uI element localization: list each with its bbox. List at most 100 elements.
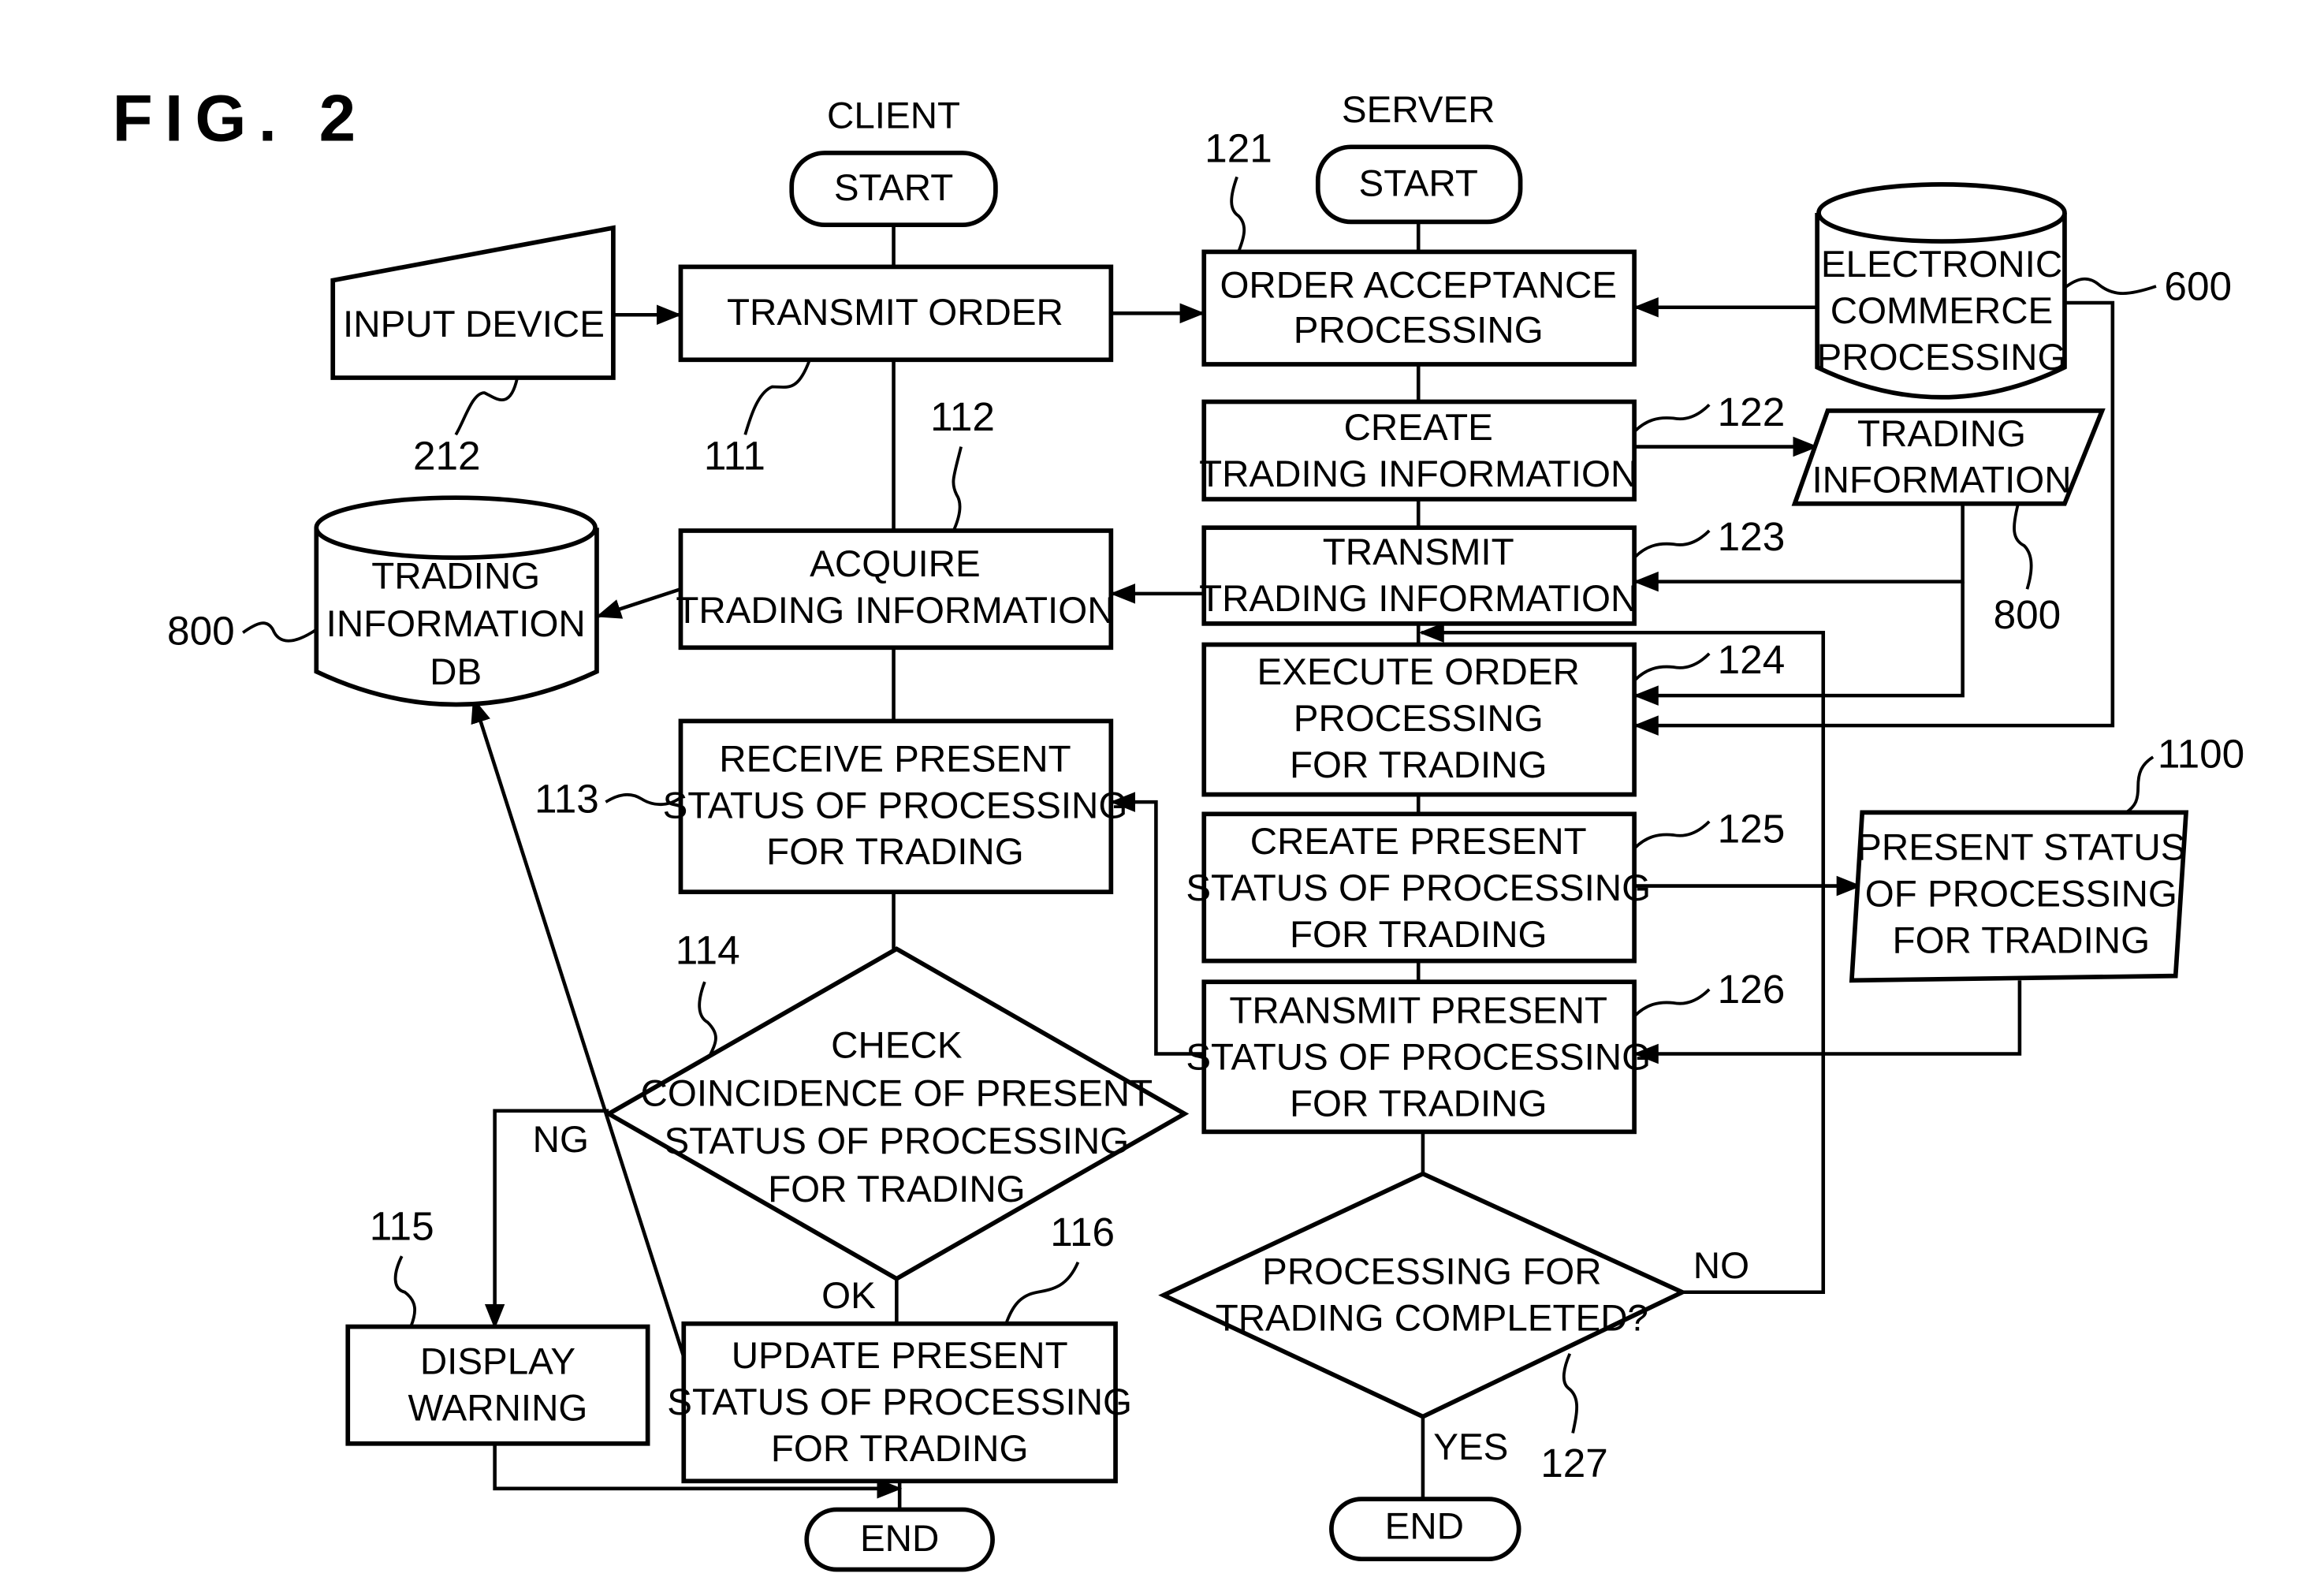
leader-112 (952, 446, 963, 531)
present-status-label-line-3: FOR TRADING (1893, 919, 2151, 961)
ref-125: 125 (1718, 807, 1786, 852)
lane-header-client: CLIENT (827, 95, 960, 137)
step-121-label-line-1: ORDER ACCEPTANCE (1220, 265, 1616, 307)
flow-trading-info-to-123 (1633, 503, 1965, 592)
step-121-label-line-2: PROCESSING (1294, 310, 1544, 352)
decision-114-label-line-4: FOR TRADING (768, 1169, 1026, 1210)
step-124: EXECUTE ORDER PROCESSING FOR TRADING (1201, 642, 1637, 797)
leader-800-trading-info (2013, 503, 2033, 590)
decision-127: PROCESSING FOR TRADING COMPLETED? (1158, 1171, 1688, 1419)
present-status-data: PRESENT STATUS OF PROCESSING FOR TRADING (1849, 810, 2189, 983)
client-end: END (804, 1507, 995, 1572)
decision-114-label-line-2: COINCIDENCE OF PRESENT (641, 1072, 1153, 1114)
step-125-label-line-3: FOR TRADING (1290, 914, 1547, 956)
ref-127: 127 (1540, 1441, 1608, 1486)
decision-127-label-line-1: PROCESSING FOR (1262, 1251, 1601, 1293)
ref-800-db: 800 (167, 609, 235, 654)
ng-branch-label: NG (533, 1119, 589, 1161)
step-123-label-line-1: TRANSMIT (1323, 531, 1514, 573)
leader-114 (698, 981, 717, 1058)
ref-115: 115 (370, 1203, 434, 1248)
ecommerce-label-line-1: ELECTRONIC (1821, 244, 2062, 285)
input-device-label: INPUT DEVICE (343, 304, 605, 345)
flowchart-fig-2: FIG. 2 CLIENT SERVER START INPUT DEVICE … (113, 81, 2244, 1572)
step-124-label-line-2: PROCESSING (1294, 698, 1544, 740)
decision-114-label-line-3: STATUS OF PROCESSING (664, 1120, 1129, 1162)
step-122-label-line-1: CREATE (1344, 407, 1493, 449)
step-125-label-line-1: CREATE PRESENT (1250, 821, 1587, 863)
server-start-label: START (1359, 162, 1478, 204)
leader-800-db (242, 621, 318, 643)
step-115-label-line-1: DISPLAY (420, 1341, 575, 1383)
flow-112-to-db (595, 587, 682, 619)
ref-126: 126 (1718, 967, 1786, 1012)
step-124-label-line-1: EXECUTE ORDER (1257, 651, 1580, 693)
step-123-label-line-2: TRADING INFORMATION (1199, 578, 1637, 620)
step-111: TRANSMIT ORDER (678, 264, 1114, 363)
ref-111: 111 (704, 433, 765, 478)
trading-info-label-line-2: INFORMATION (1812, 460, 2071, 501)
leader-1100 (2125, 755, 2155, 814)
trading-db-label-line-2: INFORMATION (326, 603, 586, 645)
client-start-label: START (834, 167, 953, 209)
ref-212: 212 (413, 433, 481, 478)
trading-db-label-line-1: TRADING (371, 555, 540, 597)
figure-title: FIG. 2 (113, 81, 368, 155)
no-branch-label: NO (1693, 1245, 1749, 1287)
trading-information-data: TRADING INFORMATION (1791, 408, 2106, 506)
decision-127-label-line-2: TRADING COMPLETED? (1216, 1297, 1648, 1339)
leader-115 (393, 1255, 416, 1328)
step-121: ORDER ACCEPTANCE PROCESSING (1201, 249, 1637, 367)
ref-122: 122 (1718, 390, 1786, 434)
step-116: UPDATE PRESENT STATUS OF PROCESSING FOR … (667, 1321, 1132, 1484)
client-end-label: END (860, 1518, 939, 1560)
ref-121: 121 (1205, 126, 1272, 171)
step-125: CREATE PRESENT STATUS OF PROCESSING FOR … (1186, 811, 1651, 964)
step-111-label: TRANSMIT ORDER (727, 292, 1063, 334)
step-112-label-line-1: ACQUIRE (810, 543, 981, 585)
step-124-label-line-3: FOR TRADING (1290, 744, 1547, 786)
step-115-label-line-2: WARNING (408, 1388, 587, 1430)
ref-1100: 1100 (2158, 732, 2244, 777)
step-115: DISPLAY WARNING (345, 1324, 650, 1446)
flow-trading-info-to-124 (1633, 581, 1965, 706)
ref-112: 112 (930, 394, 995, 439)
ref-600: 600 (2164, 263, 2232, 308)
input-device: INPUT DEVICE (330, 225, 616, 380)
step-113: RECEIVE PRESENT STATUS OF PROCESSING FOR… (663, 718, 1128, 895)
leader-126 (1633, 988, 1711, 1018)
leader-124 (1633, 652, 1711, 682)
step-126-label-line-1: TRANSMIT PRESENT (1229, 990, 1607, 1032)
server-start: START (1315, 144, 1523, 225)
server-end: END (1329, 1497, 1521, 1562)
present-status-label-line-2: OF PROCESSING (1865, 873, 2177, 915)
ref-114: 114 (676, 928, 740, 973)
ok-branch-label: OK (821, 1275, 876, 1317)
step-113-label-line-2: STATUS OF PROCESSING (663, 785, 1128, 826)
decision-114-label-line-1: CHECK (831, 1024, 963, 1066)
lane-header-server: SERVER (1342, 89, 1495, 131)
step-126: TRANSMIT PRESENT STATUS OF PROCESSING FO… (1186, 979, 1651, 1135)
trading-information-db: TRADING INFORMATION DB (314, 495, 599, 707)
step-112-label-line-2: TRADING INFORMATION (676, 590, 1114, 632)
step-113-label-line-1: RECEIVE PRESENT (719, 738, 1071, 780)
step-116-label-line-3: FOR TRADING (771, 1428, 1029, 1470)
step-123: TRANSMIT TRADING INFORMATION (1199, 525, 1637, 626)
ref-123: 123 (1718, 514, 1786, 559)
leader-123 (1633, 529, 1711, 559)
step-122-label-line-2: TRADING INFORMATION (1199, 453, 1637, 495)
electronic-commerce-processing: ELECTRONIC COMMERCE PROCESSING (1815, 181, 2067, 400)
ref-116: 116 (1050, 1210, 1115, 1255)
present-status-label-line-1: PRESENT STATUS (1857, 827, 2185, 869)
step-116-label-line-2: STATUS OF PROCESSING (667, 1381, 1132, 1423)
flow-present-status-to-126 (1633, 980, 2022, 1064)
trading-info-label-line-1: TRADING (1857, 413, 2026, 455)
leader-121 (1230, 176, 1246, 253)
step-126-label-line-2: STATUS OF PROCESSING (1186, 1037, 1651, 1079)
ref-800-trading-info: 800 (1994, 592, 2061, 637)
ref-124: 124 (1718, 637, 1786, 682)
client-start: START (789, 151, 998, 228)
leader-116 (1004, 1261, 1080, 1325)
leader-111 (743, 359, 811, 435)
step-126-label-line-3: FOR TRADING (1290, 1083, 1547, 1125)
